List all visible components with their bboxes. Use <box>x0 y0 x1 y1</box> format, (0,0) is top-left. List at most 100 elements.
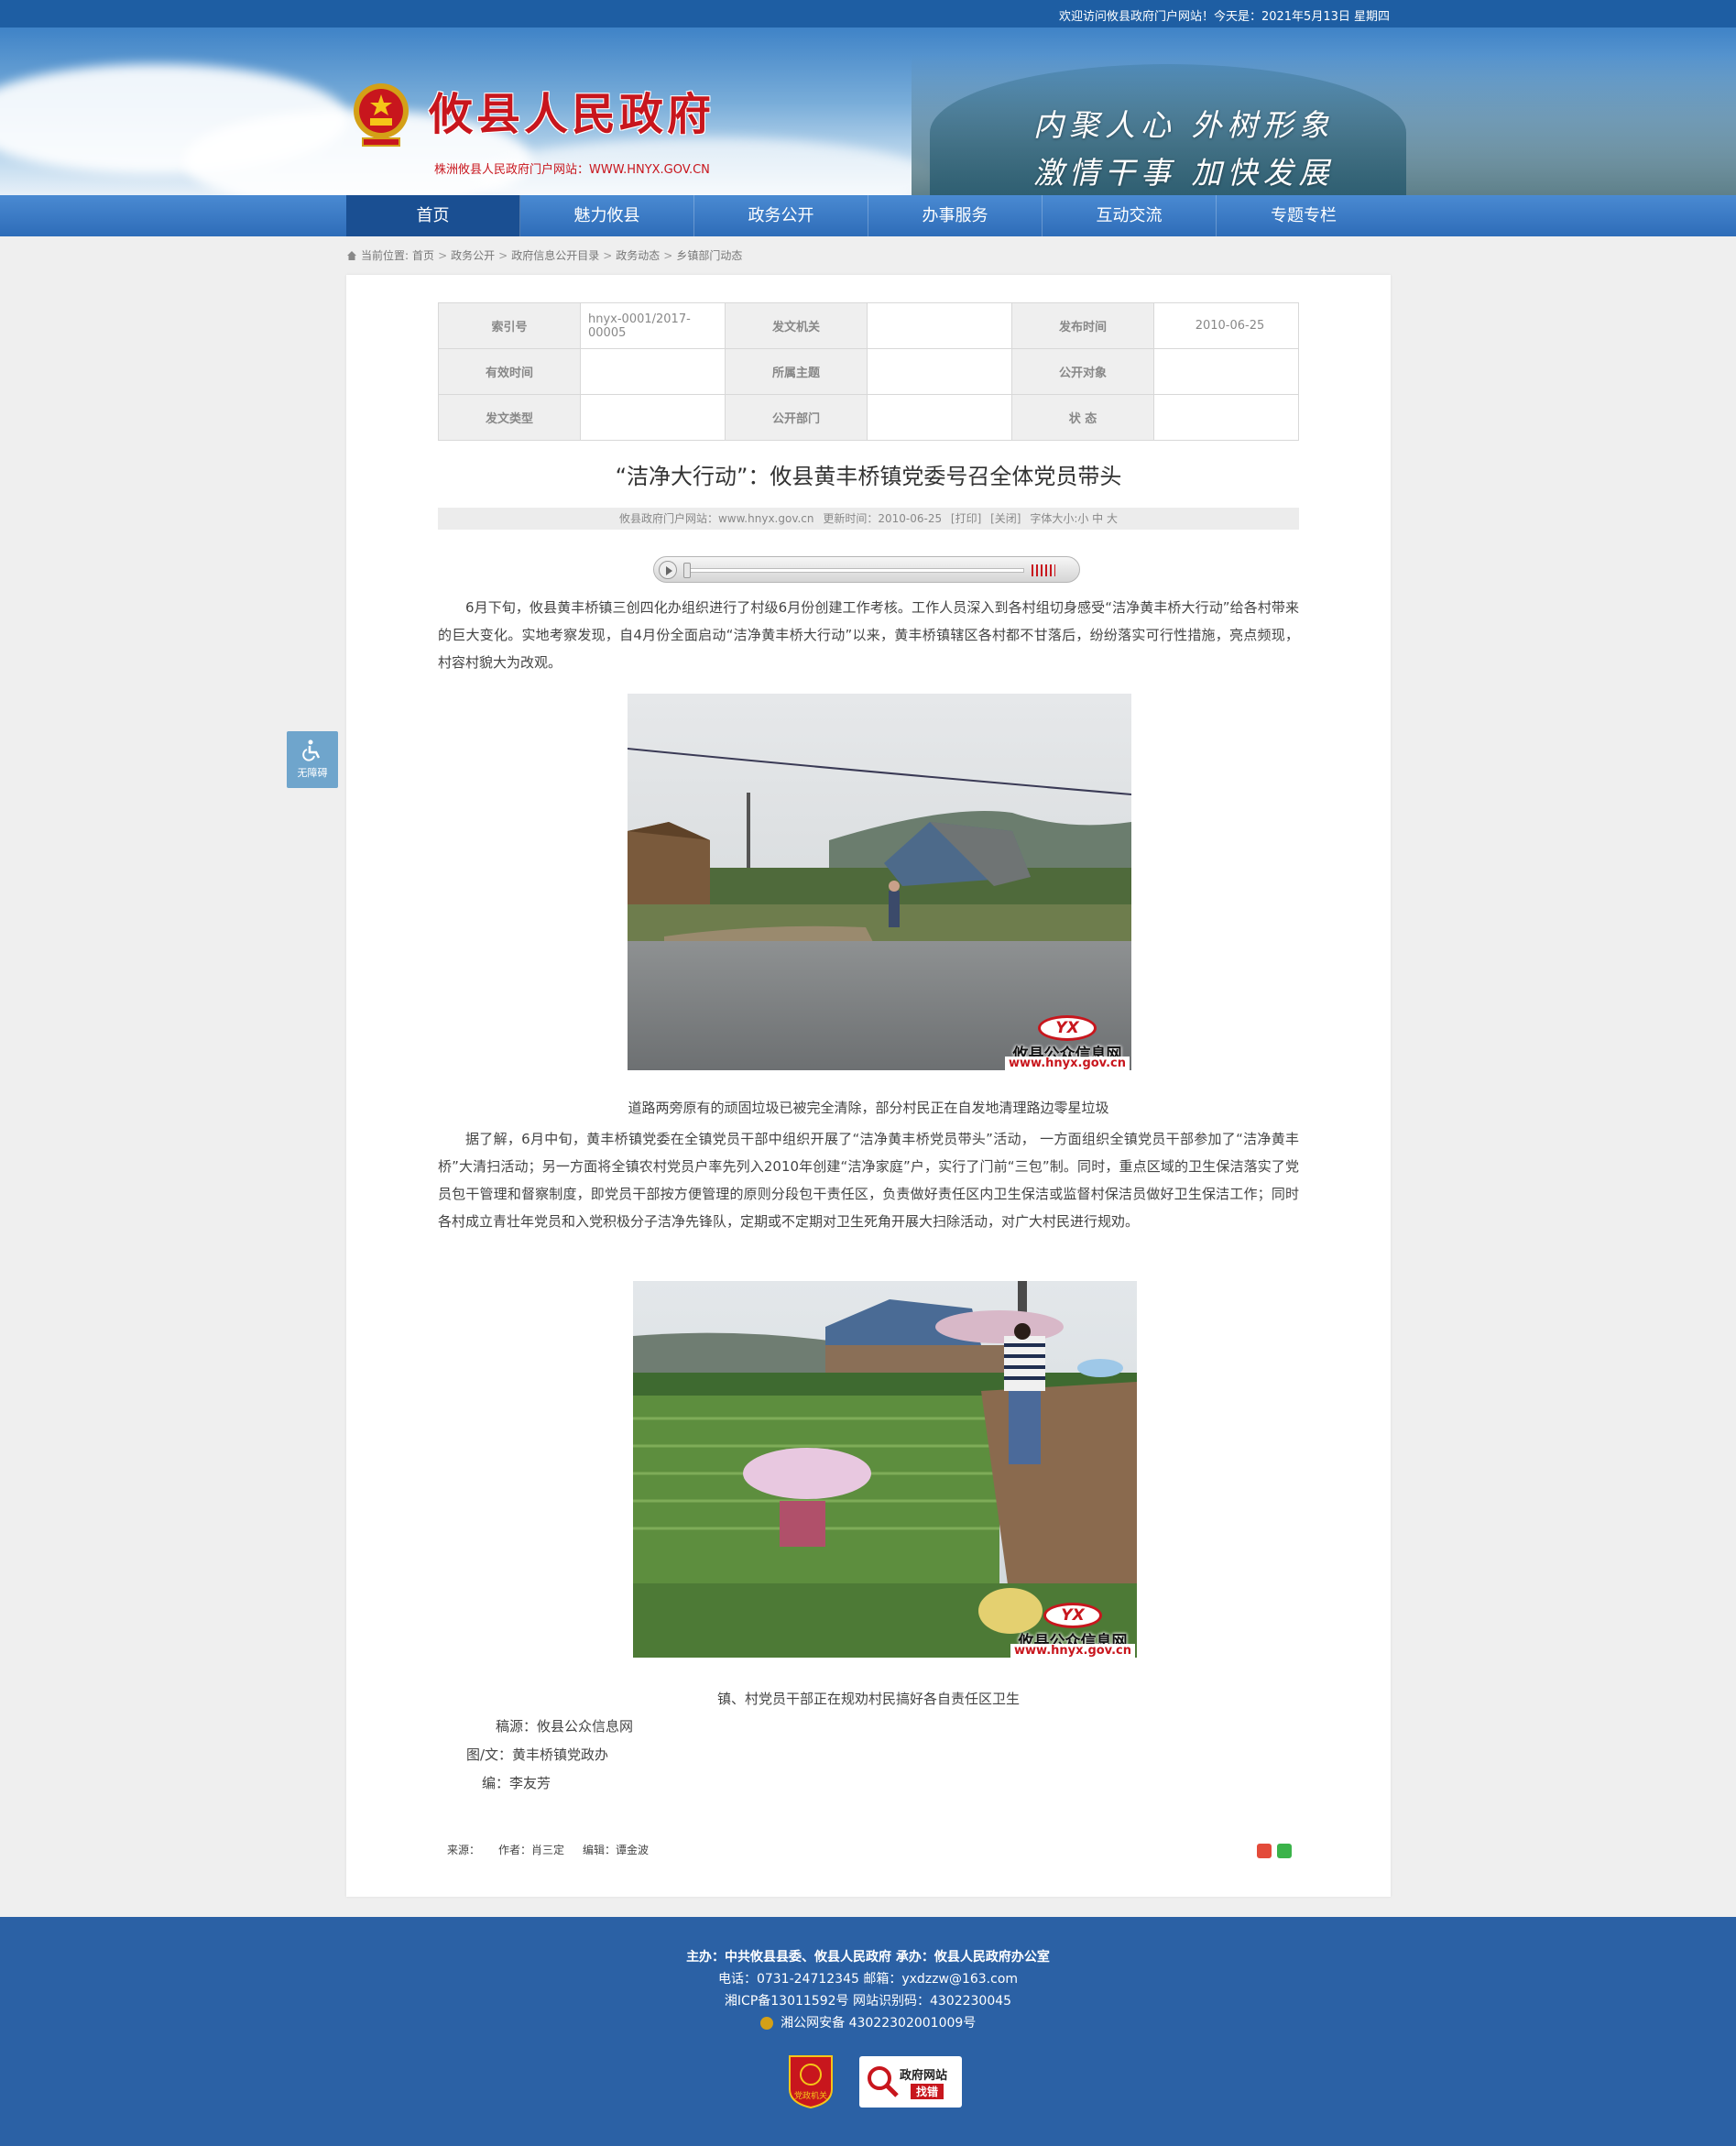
source-label: 来源： <box>447 1844 481 1856</box>
wheelchair-icon <box>302 739 321 761</box>
credit-editor: 编：李友芳 <box>482 1775 551 1791</box>
site-title[interactable]: 攸县人民政府 <box>429 78 715 142</box>
slogan-line1: 内聚人心 外树形象 <box>1033 107 1335 143</box>
topic-value <box>867 348 1012 395</box>
footer-police[interactable]: 湘公网安备 43022302001009号 <box>0 2013 1736 2031</box>
breadcrumb-prefix: 当前位置: <box>361 249 409 262</box>
article-title: “洁净大行动”：攸县黄丰桥镇党委号召全体党员带头 <box>615 464 1122 489</box>
slogan-line2: 激情干事 加快发展 <box>1033 155 1335 191</box>
accessibility-button[interactable]: 无障碍 <box>287 731 338 788</box>
valid-value <box>580 348 726 395</box>
table-row: 索引号 hnyx-0001/2017-00005 发文机关 发布时间 2010-… <box>438 302 1299 349</box>
audio-progress-track[interactable] <box>685 568 1024 573</box>
status-label: 状 态 <box>1011 394 1154 441</box>
photo-field-image <box>633 1281 1137 1658</box>
article-footer-meta: 来源： 作者：肖三定 编辑：谭金波 <box>447 1842 649 1857</box>
photo-caption-2: 镇、村党员干部正在规劝村民搞好各自责任区卫生 <box>716 1691 1020 1707</box>
police-badge-icon <box>759 2017 773 2030</box>
breadcrumb-gov-affairs[interactable]: 政务公开 <box>451 247 495 263</box>
national-emblem-icon <box>354 83 409 147</box>
index-value: hnyx-0001/2017-00005 <box>580 302 726 349</box>
footer-sponsor: 主办：中共攸县县委、攸县人民政府 承办：攸县人民政府办公室 <box>686 1950 1050 1965</box>
font-size-selector[interactable]: 字体大小:小 中 大 <box>1030 512 1118 525</box>
close-link[interactable]: [关闭] <box>990 512 1021 525</box>
footer-contact: 电话：0731-24712345 邮箱：yxdzzw@163.com <box>717 1972 1019 1987</box>
home-icon <box>347 250 356 260</box>
breadcrumb-home[interactable]: 首页 <box>412 247 434 263</box>
credit-author: 图/文：黄丰桥镇党政办 <box>466 1746 609 1763</box>
gov-site-error-report[interactable]: 政府网站 找错 <box>859 2056 962 2108</box>
play-icon[interactable] <box>659 561 677 579</box>
dept-label: 公开部门 <box>725 394 868 441</box>
index-label: 索引号 <box>438 302 581 349</box>
footer-icp[interactable]: 湘ICP备13011592号 网站识别码：4302230045 <box>0 1991 1736 2009</box>
table-row: 发文类型 公开部门 状 态 <box>438 394 1299 441</box>
photo-road-image <box>628 694 1131 1070</box>
magnifier-icon <box>868 2066 899 2097</box>
welcome-text: 欢迎访问攸县政府门户网站！今天是：2021年5月13日 星期四 <box>1058 10 1390 24</box>
photo-watermark: YX 攸县公众信息网 www.hnyx.gov.cn <box>1005 1015 1130 1070</box>
party-gov-badge[interactable]: 党政机关 <box>786 2053 835 2109</box>
nav-item-home[interactable]: 首页 <box>346 195 520 236</box>
print-link[interactable]: [打印] <box>951 512 981 525</box>
audio-player <box>653 556 1080 583</box>
article-meta: 攸县政府门户网站：www.hnyx.gov.cn 更新时间：2010-06-25… <box>438 508 1299 530</box>
breadcrumb-info-catalog[interactable]: 政府信息公开目录 <box>511 247 599 263</box>
audio-progress-handle[interactable] <box>683 563 691 578</box>
breadcrumb-separator: > <box>438 248 448 262</box>
site-url: 株洲攸县人民政府门户网站：WWW.HNYX.GOV.CN <box>434 163 710 177</box>
breadcrumb: 当前位置: 首页 > 政务公开 > 政府信息公开目录 > 政务动态 > 乡镇部门… <box>346 247 742 263</box>
breadcrumb-separator: > <box>603 248 613 262</box>
article-photo-road: YX 攸县公众信息网 www.hnyx.gov.cn <box>628 694 1131 1070</box>
topic-label: 所属主题 <box>725 348 868 395</box>
article-photo-field: YX 攸县公众信息网 www.hnyx.gov.cn <box>633 1281 1137 1658</box>
valid-label: 有效时间 <box>438 348 581 395</box>
issuer-label: 发文机关 <box>725 302 868 349</box>
status-value <box>1153 394 1299 441</box>
audience-value <box>1153 348 1299 395</box>
watermark-logo: YX <box>1038 1015 1097 1041</box>
error-report-title: 政府网站 <box>900 2069 948 2083</box>
dept-value <box>867 394 1012 441</box>
doctype-label: 发文类型 <box>438 394 581 441</box>
nav-item-charm[interactable]: 魅力攸县 <box>520 195 694 236</box>
breadcrumb-township-news[interactable]: 乡镇部门动态 <box>676 247 742 263</box>
article-paragraph-2: 据了解，6月中旬，黄丰桥镇党委在全镇党员干部中组织开展了“洁净黄丰桥党员带头”活… <box>438 1131 1299 1230</box>
weibo-share-icon[interactable] <box>1257 1844 1272 1858</box>
pubdate-value: 2010-06-25 <box>1153 302 1299 349</box>
watermark-url: www.hnyx.gov.cn <box>1005 1057 1130 1070</box>
watermark-logo: YX <box>1043 1603 1102 1628</box>
top-strip: 欢迎访问攸县政府门户网站！今天是：2021年5月13日 星期四 <box>0 0 1736 27</box>
audience-label: 公开对象 <box>1011 348 1154 395</box>
photo-caption-1: 道路两旁原有的顽固垃圾已被完全清除，部分村民正在自发地清理路边零星垃圾 <box>628 1100 1109 1116</box>
doctype-value <box>580 394 726 441</box>
article-paragraph-1: 6月下旬，攸县黄丰桥镇三创四化办组织进行了村级6月份创建工作考核。工作人员深入到… <box>438 599 1299 671</box>
meta-updated: 更新时间：2010-06-25 <box>823 512 943 525</box>
party-gov-label: 党政机关 <box>793 2092 827 2101</box>
police-record: 湘公网安备 43022302001009号 <box>781 2016 977 2031</box>
credit-source: 稿源：攸县公众信息网 <box>496 1718 634 1735</box>
info-table: 索引号 hnyx-0001/2017-00005 发文机关 发布时间 2010-… <box>438 302 1299 441</box>
editor-label: 编辑：谭金波 <box>583 1844 650 1856</box>
breadcrumb-separator: > <box>498 248 508 262</box>
nav-item-services[interactable]: 办事服务 <box>868 195 1043 236</box>
table-row: 有效时间 所属主题 公开对象 <box>438 348 1299 395</box>
nav-item-topics[interactable]: 专题专栏 <box>1217 195 1391 236</box>
site-footer: 主办：中共攸县县委、攸县人民政府 承办：攸县人民政府办公室 电话：0731-24… <box>0 1917 1736 2146</box>
watermark-url: www.hnyx.gov.cn <box>1010 1644 1135 1658</box>
nav-item-gov-affairs[interactable]: 政务公开 <box>694 195 868 236</box>
header-banner: 攸县人民政府 株洲攸县人民政府门户网站：WWW.HNYX.GOV.CN 内聚人心… <box>0 27 1736 195</box>
wechat-share-icon[interactable] <box>1277 1844 1292 1858</box>
volume-icon[interactable] <box>1032 564 1055 576</box>
breadcrumb-news[interactable]: 政务动态 <box>616 247 660 263</box>
nav-item-interaction[interactable]: 互动交流 <box>1043 195 1217 236</box>
article-panel: 索引号 hnyx-0001/2017-00005 发文机关 发布时间 2010-… <box>346 275 1391 1897</box>
issuer-value <box>867 302 1012 349</box>
author-label: 作者：肖三定 <box>498 1844 565 1856</box>
error-report-label: 找错 <box>911 2084 944 2099</box>
accessibility-label: 无障碍 <box>297 767 328 779</box>
breadcrumb-separator: > <box>663 248 673 262</box>
meta-site: 攸县政府门户网站：www.hnyx.gov.cn <box>618 512 814 525</box>
main-nav: 首页 魅力攸县 政务公开 办事服务 互动交流 专题专栏 <box>0 195 1736 236</box>
pubdate-label: 发布时间 <box>1011 302 1154 349</box>
